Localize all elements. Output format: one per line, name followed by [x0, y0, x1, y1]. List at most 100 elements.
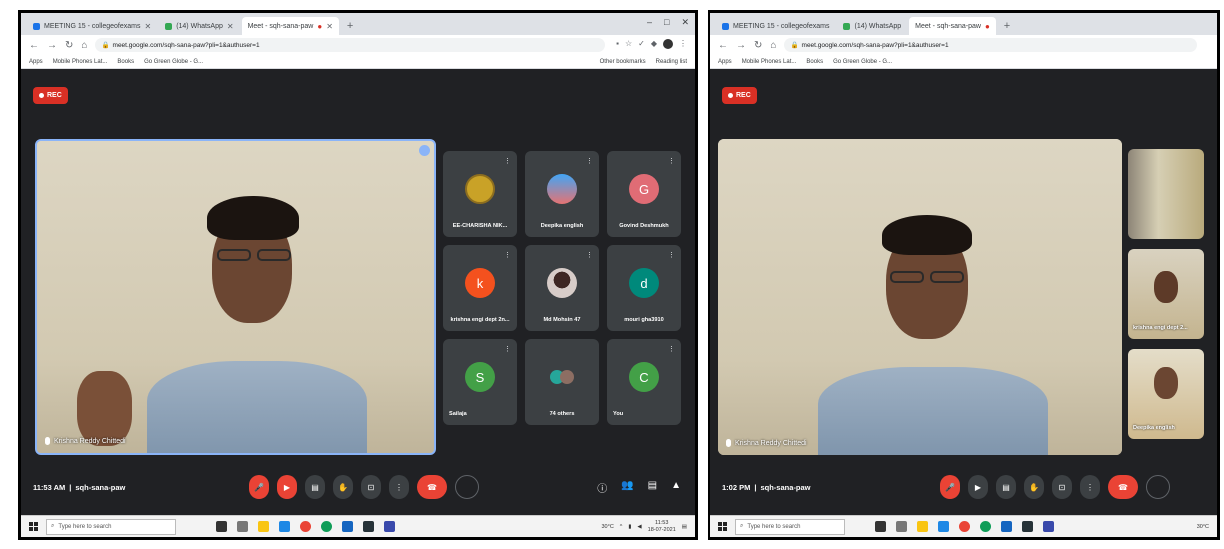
more-icon[interactable]: ⋮	[504, 157, 511, 165]
windows-start-icon[interactable]	[29, 522, 38, 531]
participant-tile[interactable]: ⋮ d mouri gha3910	[607, 245, 681, 331]
bookmark-item[interactable]: Mobile Phones Lat...	[53, 59, 108, 65]
puzzle-icon[interactable]: ◆	[651, 39, 657, 49]
file-explorer-icon[interactable]	[258, 521, 269, 532]
activities-icon[interactable]: ▲	[671, 480, 681, 495]
participant-thumbnail[interactable]: krishna engi dept 2...	[1128, 249, 1204, 339]
hangup-icon[interactable]: ☎	[417, 475, 447, 499]
main-speaker-tile[interactable]: Krishna Reddy Chittedi	[718, 139, 1122, 455]
chrome-icon[interactable]	[300, 521, 311, 532]
windows-start-icon[interactable]	[718, 522, 727, 531]
store-icon[interactable]	[938, 521, 949, 532]
participant-tile[interactable]: ⋮ k krishna engi dept 2n...	[443, 245, 517, 331]
more-icon[interactable]: ⋮	[1080, 475, 1100, 499]
reload-icon[interactable]: ↻	[754, 40, 762, 51]
participant-tile[interactable]: ⋮ S Sailaja	[443, 339, 517, 425]
edge-icon[interactable]	[980, 521, 991, 532]
others-tile[interactable]: 74 others	[525, 339, 599, 425]
effects-icon[interactable]	[455, 475, 479, 499]
bookmark-item[interactable]: Books	[806, 59, 823, 65]
pin-icon[interactable]	[419, 145, 430, 156]
teams-icon[interactable]	[1043, 521, 1054, 532]
store-icon[interactable]	[279, 521, 290, 532]
bookmark-apps[interactable]: Apps	[718, 59, 732, 65]
mic-off-icon[interactable]: 🎤	[249, 475, 269, 499]
extension-icon[interactable]: ✓	[638, 39, 645, 49]
network-icon[interactable]: ▮	[628, 524, 631, 530]
camera-off-icon[interactable]: ▶	[277, 475, 297, 499]
other-bookmarks[interactable]: Other bookmarks	[600, 59, 646, 65]
chrome-icon[interactable]	[959, 521, 970, 532]
widgets-icon[interactable]	[237, 521, 248, 532]
more-icon[interactable]: ⋮	[504, 251, 511, 259]
hangup-icon[interactable]: ☎	[1108, 475, 1138, 499]
back-icon[interactable]: ←	[718, 40, 728, 51]
url-field[interactable]: 🔒 meet.google.com/sqh-sana-paw?pli=1&aut…	[784, 38, 1197, 52]
hand-icon[interactable]: ✋	[1024, 475, 1044, 499]
widgets-icon[interactable]	[896, 521, 907, 532]
participant-thumbnail[interactable]: Deepika english	[1128, 349, 1204, 439]
camera-icon[interactable]: ▪	[616, 39, 619, 49]
back-icon[interactable]: ←	[29, 40, 39, 51]
more-icon[interactable]: ⋮	[668, 157, 675, 165]
menu-icon[interactable]: ⋮	[679, 39, 687, 49]
more-icon[interactable]: ⋮	[668, 251, 675, 259]
chat-icon[interactable]: ▤	[648, 480, 657, 495]
tab-whatsapp[interactable]: (14) WhatsApp ✕	[159, 17, 239, 35]
participant-thumbnail[interactable]	[1128, 149, 1204, 239]
captions-icon[interactable]: ▤	[305, 475, 325, 499]
maximize-icon[interactable]: □	[664, 17, 669, 28]
notification-icon[interactable]: ▤	[682, 524, 687, 530]
app-icon[interactable]	[1022, 521, 1033, 532]
word-icon[interactable]	[1001, 521, 1012, 532]
close-tab-icon[interactable]: ✕	[227, 22, 234, 31]
close-tab-icon[interactable]: ✕	[326, 22, 333, 31]
url-field[interactable]: 🔒 meet.google.com/sqh-sana-paw?pli=1&aut…	[95, 38, 605, 52]
participant-tile[interactable]: ⋮ G Govind Deshmukh	[607, 151, 681, 237]
reading-list[interactable]: Reading list	[656, 59, 687, 65]
participant-tile[interactable]: ⋮ Deepika english	[525, 151, 599, 237]
bookmark-apps[interactable]: Apps	[29, 59, 43, 65]
bookmark-item[interactable]: Mobile Phones Lat...	[742, 59, 797, 65]
forward-icon[interactable]: →	[736, 40, 746, 51]
teams-icon[interactable]	[384, 521, 395, 532]
reload-icon[interactable]: ↻	[65, 40, 73, 51]
info-icon[interactable]: ⓘ	[597, 480, 607, 495]
tab-whatsapp[interactable]: (14) WhatsApp	[837, 17, 907, 35]
bookmark-item[interactable]: Go Green Globe - G...	[144, 59, 203, 65]
participant-tile[interactable]: ⋮ Md Mohsin 47	[525, 245, 599, 331]
task-view-icon[interactable]	[216, 521, 227, 532]
task-view-icon[interactable]	[875, 521, 886, 532]
people-icon[interactable]: 👥	[621, 480, 633, 495]
self-tile[interactable]: ⋮ C You	[607, 339, 681, 425]
mic-off-icon[interactable]: 🎤	[940, 475, 960, 499]
more-icon[interactable]: ⋮	[668, 345, 675, 353]
profile-avatar[interactable]	[663, 39, 673, 49]
present-icon[interactable]: ⊡	[361, 475, 381, 499]
taskbar-search[interactable]: ⌕ Type here to search	[46, 518, 176, 535]
hand-icon[interactable]: ✋	[333, 475, 353, 499]
close-window-icon[interactable]: ✕	[681, 17, 689, 28]
volume-icon[interactable]: ◀	[637, 524, 641, 530]
participant-tile[interactable]: ⋮ EE-CHARISHA NIK...	[443, 151, 517, 237]
bookmark-item[interactable]: Go Green Globe - G...	[833, 59, 892, 65]
tab-meeting[interactable]: MEETING 15 - collegeofexams	[716, 17, 835, 35]
new-tab-button[interactable]: +	[341, 17, 359, 35]
bookmark-item[interactable]: Books	[117, 59, 134, 65]
forward-icon[interactable]: →	[47, 40, 57, 51]
captions-icon[interactable]: ▤	[996, 475, 1016, 499]
new-tab-button[interactable]: +	[998, 17, 1016, 35]
taskbar-clock[interactable]: 11:53 18-07-2021	[648, 520, 676, 532]
home-icon[interactable]: ⌂	[81, 40, 87, 51]
app-icon[interactable]	[363, 521, 374, 532]
close-tab-icon[interactable]: ✕	[144, 22, 151, 31]
tab-meet[interactable]: Meet - sqh-sana-paw ●	[710, 17, 996, 76]
minimize-icon[interactable]: –	[647, 17, 652, 28]
file-explorer-icon[interactable]	[917, 521, 928, 532]
home-icon[interactable]: ⌂	[770, 40, 776, 51]
more-icon[interactable]: ⋮	[586, 157, 593, 165]
star-icon[interactable]: ☆	[625, 39, 632, 49]
more-icon[interactable]: ⋮	[389, 475, 409, 499]
taskbar-search[interactable]: ⌕ Type here to search	[735, 518, 845, 535]
word-icon[interactable]	[342, 521, 353, 532]
